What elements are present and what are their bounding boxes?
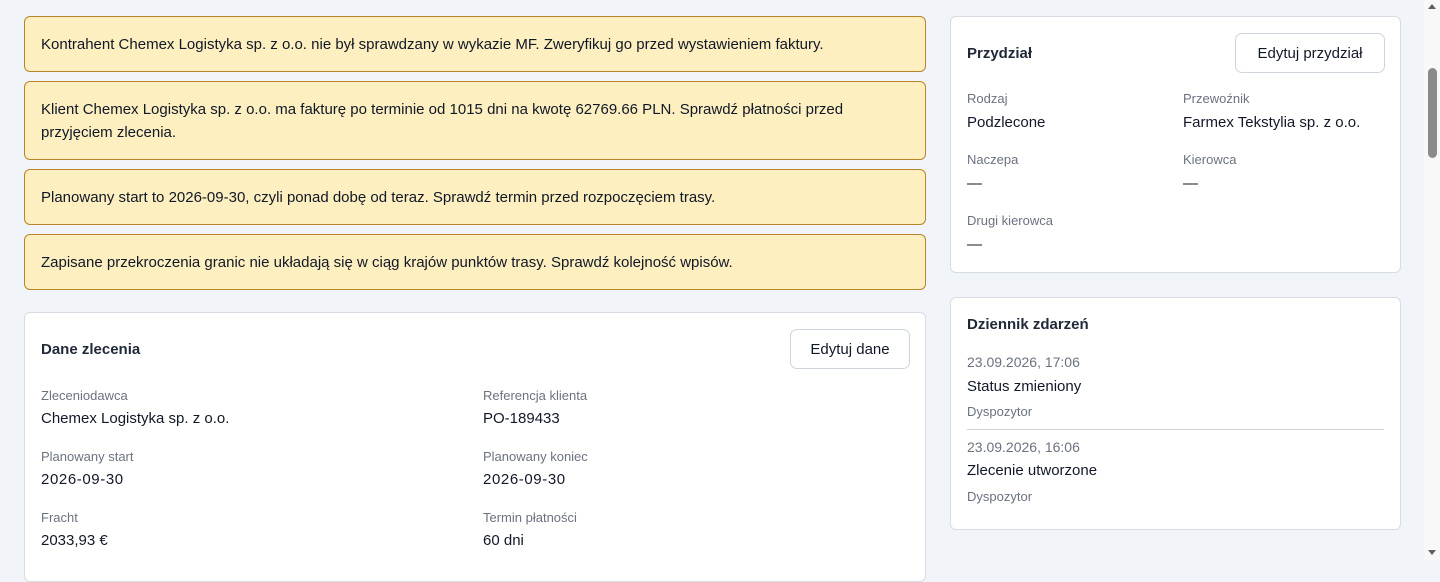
- planned-end-label: Planowany koniec: [483, 449, 588, 464]
- edit-assignment-button[interactable]: Edytuj przydział: [1235, 33, 1385, 73]
- assignment-title: Przydział: [967, 45, 1033, 62]
- freight-label: Fracht: [41, 510, 78, 525]
- client-label: Zleceniodawca: [41, 388, 128, 403]
- order-details-card: Dane zlecenia Edytuj dane Zleceniodawca …: [24, 312, 926, 582]
- event-log-title: Dziennik zdarzeń: [967, 316, 1089, 333]
- second-driver-value: —: [967, 236, 982, 253]
- type-value: Podzlecone: [967, 114, 1046, 131]
- driver-value: —: [1183, 175, 1198, 192]
- driver-label: Kierowca: [1183, 152, 1237, 167]
- event-time: 23.09.2026, 17:06: [967, 354, 1080, 370]
- order-details-title: Dane zlecenia: [41, 341, 141, 358]
- scroll-down-arrow-icon[interactable]: [1428, 550, 1436, 555]
- payment-term-value: 60 dni: [483, 532, 524, 549]
- alert-mf-unverified: Kontrahent Chemex Logistyka sp. z o.o. n…: [24, 16, 926, 72]
- scroll-up-arrow-icon[interactable]: [1428, 4, 1436, 9]
- type-label: Rodzaj: [967, 91, 1008, 106]
- alert-border-crossings: Zapisane przekroczenia granic nie układa…: [24, 234, 926, 290]
- assignment-card: Przydział Edytuj przydział Rodzaj Podzle…: [950, 16, 1401, 273]
- planned-end-value: 2026-09-30: [483, 471, 566, 488]
- alert-text: Kontrahent Chemex Logistyka sp. z o.o. n…: [41, 35, 824, 53]
- alert-text: Klient Chemex Logistyka sp. z o.o. ma fa…: [41, 100, 844, 141]
- event-description: Status zmieniony: [967, 378, 1082, 395]
- client-reference-label: Referencja klienta: [483, 388, 588, 403]
- event-actor: Dyspozytor: [967, 404, 1033, 419]
- event-description: Zlecenie utworzone: [967, 462, 1098, 479]
- alert-text: Zapisane przekroczenia granic nie układa…: [41, 253, 733, 271]
- alert-planned-start: Planowany start to 2026-09-30, czyli pon…: [24, 169, 926, 225]
- carrier-value: Farmex Tekstylia sp. z o.o.: [1183, 114, 1361, 131]
- event-time: 23.09.2026, 16:06: [967, 439, 1080, 455]
- client-reference-value: PO-189433: [483, 410, 560, 427]
- alert-overdue-invoice: Klient Chemex Logistyka sp. z o.o. ma fa…: [24, 81, 926, 160]
- planned-start-value: 2026-09-30: [41, 471, 124, 488]
- edit-order-button[interactable]: Edytuj dane: [790, 329, 910, 369]
- alert-text: Planowany start to 2026-09-30, czyli pon…: [41, 188, 716, 206]
- second-driver-label: Drugi kierowca: [967, 213, 1053, 228]
- trailer-label: Naczepa: [967, 152, 1019, 167]
- planned-start-label: Planowany start: [41, 449, 134, 464]
- carrier-label: Przewoźnik: [1183, 91, 1250, 106]
- client-value: Chemex Logistyka sp. z o.o.: [41, 410, 230, 427]
- trailer-value: —: [967, 175, 982, 192]
- payment-term-label: Termin płatności: [483, 510, 577, 525]
- alerts-list: Kontrahent Chemex Logistyka sp. z o.o. n…: [24, 16, 926, 299]
- event-log-card: Dziennik zdarzeń 23.09.2026, 17:06 Statu…: [950, 297, 1401, 530]
- event-actor: Dyspozytor: [967, 489, 1033, 504]
- scrollbar-thumb[interactable]: [1428, 68, 1437, 158]
- freight-value: 2033,93 €: [41, 532, 108, 549]
- event-divider: [967, 429, 1384, 430]
